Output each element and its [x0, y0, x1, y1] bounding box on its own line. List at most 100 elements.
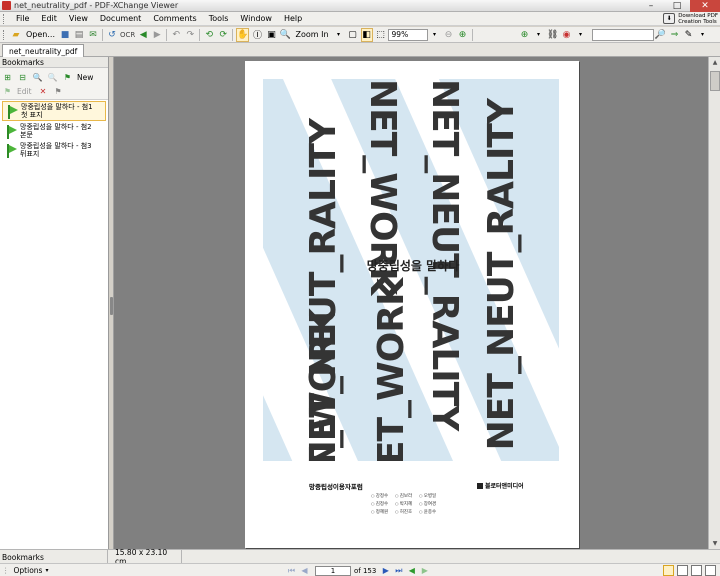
new-bookmark-button[interactable]: New — [77, 73, 93, 82]
save-icon[interactable]: ■ — [59, 28, 71, 42]
properties-icon[interactable]: ↺ — [106, 28, 118, 42]
facing-view-icon[interactable] — [691, 565, 702, 576]
separator — [166, 28, 168, 41]
back-icon[interactable]: ◀ — [137, 28, 149, 42]
zoom-dropdown-icon[interactable]: ▾ — [429, 28, 441, 42]
search-input[interactable] — [591, 28, 654, 41]
open-button[interactable]: Open... — [24, 28, 57, 42]
window-title: net_neutrality_pdf - PDF-XChange Viewer — [14, 1, 179, 10]
rotate-left-icon[interactable]: ⟲ — [203, 28, 215, 42]
delete-bookmark-icon[interactable]: ✕ — [38, 86, 49, 97]
single-page-view-icon[interactable] — [663, 565, 674, 576]
page-number-input[interactable]: 1 — [315, 565, 351, 576]
snapshot-icon[interactable]: ▣ — [265, 28, 277, 42]
fit-page-icon[interactable]: ▢ — [347, 28, 359, 42]
expand-all-icon[interactable]: ⊞ — [2, 72, 13, 83]
bookmark-item[interactable]: 망중립성을 말하다 - 첨2 본문 — [2, 122, 106, 140]
publisher-name: 블로터앤미디어 — [485, 483, 524, 490]
scroll-thumb[interactable] — [710, 71, 720, 91]
more-dropdown-icon[interactable]: ▾ — [697, 28, 709, 42]
redo-icon[interactable]: ↷ — [184, 28, 196, 42]
cover-word-column: NET_WORK — [371, 279, 412, 461]
close-button[interactable]: ✕ — [690, 0, 720, 12]
edit-bookmark-icon[interactable]: ⚑ — [2, 86, 13, 97]
download-pdf-tools-button[interactable]: ⬇ Download PDF Creation Tools — [663, 12, 720, 26]
find-bookmark-icon[interactable]: 🔍 — [32, 72, 43, 83]
splitter-grip[interactable] — [110, 297, 113, 315]
stamp-dropdown-icon[interactable]: ▾ — [575, 28, 587, 42]
email-icon[interactable]: ✉ — [87, 28, 99, 42]
bookmark-item[interactable]: 망중립성을 말하다 - 첨3 뒤표지 — [2, 141, 106, 159]
organization-name: 망중립성이용자포럼 — [309, 483, 363, 491]
scroll-down-icon[interactable]: ▼ — [709, 538, 720, 549]
tab-document[interactable]: net_neutrality_pdf — [2, 44, 85, 57]
scroll-up-icon[interactable]: ▲ — [709, 57, 720, 68]
bookmarks-panel: Bookmarks ⊞ ⊟ 🔍 🔍 ⚑ New ⚑ Edit ✕ ⚑ 망중립성을… — [0, 57, 109, 549]
continuous-facing-view-icon[interactable] — [705, 565, 716, 576]
bookmark-flag-icon — [6, 125, 17, 139]
rotate-right-icon[interactable]: ⟳ — [217, 28, 229, 42]
menu-document[interactable]: Document — [94, 14, 147, 23]
last-page-icon[interactable]: ⏭ — [393, 565, 404, 576]
select-text-icon[interactable]: Ⓘ — [251, 28, 263, 42]
zoom-in-button[interactable]: Zoom In — [293, 28, 330, 42]
dropdown-arrow-icon[interactable]: ▾ — [333, 28, 345, 42]
ocr-icon[interactable]: OCR — [120, 28, 135, 42]
options-label: Options — [13, 566, 43, 575]
menu-edit[interactable]: Edit — [35, 14, 63, 23]
menu-bar: File Edit View Document Comments Tools W… — [0, 12, 720, 26]
bookmarks-toolbar: ⊞ ⊟ 🔍 🔍 ⚑ New ⚑ Edit ✕ ⚑ — [0, 68, 108, 100]
new-bookmark-icon[interactable]: ⚑ — [62, 72, 73, 83]
zoom-in-icon[interactable]: ⊕ — [457, 28, 469, 42]
pdf-page: NET_NEUT_RALITY NET_WORK NET_NEUT_RALITY… — [245, 61, 579, 548]
zoom-bookmark-icon[interactable]: 🔍 — [47, 72, 58, 83]
options-menu[interactable]: ⋮ Options ▾ — [2, 564, 48, 576]
separator — [471, 28, 473, 41]
menu-file[interactable]: File — [10, 14, 35, 23]
find-next-icon[interactable]: ⇒ — [669, 28, 681, 42]
collapse-all-icon[interactable]: ⊟ — [17, 72, 28, 83]
toolbar-grip[interactable] — [3, 13, 6, 24]
print-icon[interactable]: ▤ — [73, 28, 85, 42]
fit-width-icon[interactable]: ⬚ — [375, 28, 387, 42]
zoom-icon[interactable]: 🔍 — [279, 28, 291, 42]
page-navigation: ⏮ ◀ 1 of 153 ▶ ⏭ ◀ ▶ — [286, 564, 432, 576]
bookmarks-tab[interactable]: Bookmarks — [0, 550, 108, 564]
first-page-icon[interactable]: ⏮ — [286, 565, 297, 576]
maximize-button[interactable]: □ — [664, 0, 690, 12]
link-icon[interactable]: ⛓ — [547, 28, 559, 42]
forward-icon[interactable]: ▶ — [151, 28, 163, 42]
highlight-icon[interactable]: ✎ — [683, 28, 695, 42]
edit-bookmark-button[interactable]: Edit — [17, 87, 32, 96]
actual-size-icon[interactable]: ◧ — [360, 27, 373, 42]
vertical-scrollbar[interactable]: ▲ ▼ — [708, 57, 720, 549]
zoom-level-field[interactable]: 99% — [387, 28, 428, 41]
menu-help[interactable]: Help — [278, 14, 308, 23]
find-icon[interactable]: 🔎 — [655, 28, 667, 42]
add-icon[interactable]: ⊕ — [519, 28, 531, 42]
zoom-out-icon[interactable]: ⊖ — [443, 28, 455, 42]
menu-comments[interactable]: Comments — [147, 14, 202, 23]
next-page-icon[interactable]: ▶ — [380, 565, 391, 576]
menu-tools[interactable]: Tools — [203, 14, 235, 23]
menu-window[interactable]: Window — [234, 14, 278, 23]
bookmark-label: 망중립성을 말하다 - 첨1 첫 표지 — [21, 103, 93, 119]
previous-page-icon[interactable]: ◀ — [299, 565, 310, 576]
bookmark-properties-icon[interactable]: ⚑ — [53, 86, 64, 97]
menu-view[interactable]: View — [63, 14, 94, 23]
bookmark-item[interactable]: 망중립성을 말하다 - 첨1 첫 표지 — [2, 101, 106, 121]
hand-tool-icon[interactable]: ✋ — [236, 27, 250, 42]
toolbar-grip[interactable] — [3, 29, 6, 40]
go-forward-icon[interactable]: ▶ — [419, 565, 430, 576]
separator — [102, 28, 103, 41]
separator — [199, 28, 201, 41]
undo-icon[interactable]: ↶ — [170, 28, 182, 42]
stamp-icon[interactable]: ◉ — [561, 28, 573, 42]
go-back-icon[interactable]: ◀ — [406, 565, 417, 576]
continuous-view-icon[interactable] — [677, 565, 688, 576]
minimize-button[interactable]: – — [638, 0, 664, 12]
add-dropdown-icon[interactable]: ▾ — [533, 28, 545, 42]
document-view[interactable]: NET_NEUT_RALITY NET_WORK NET_NEUT_RALITY… — [114, 57, 708, 549]
cover-footer: 망중립성이용자포럼 강정수 김보라 오병일 김정수 박지혜 장여경 정혜원 허진… — [245, 467, 579, 537]
app-icon — [2, 1, 11, 10]
